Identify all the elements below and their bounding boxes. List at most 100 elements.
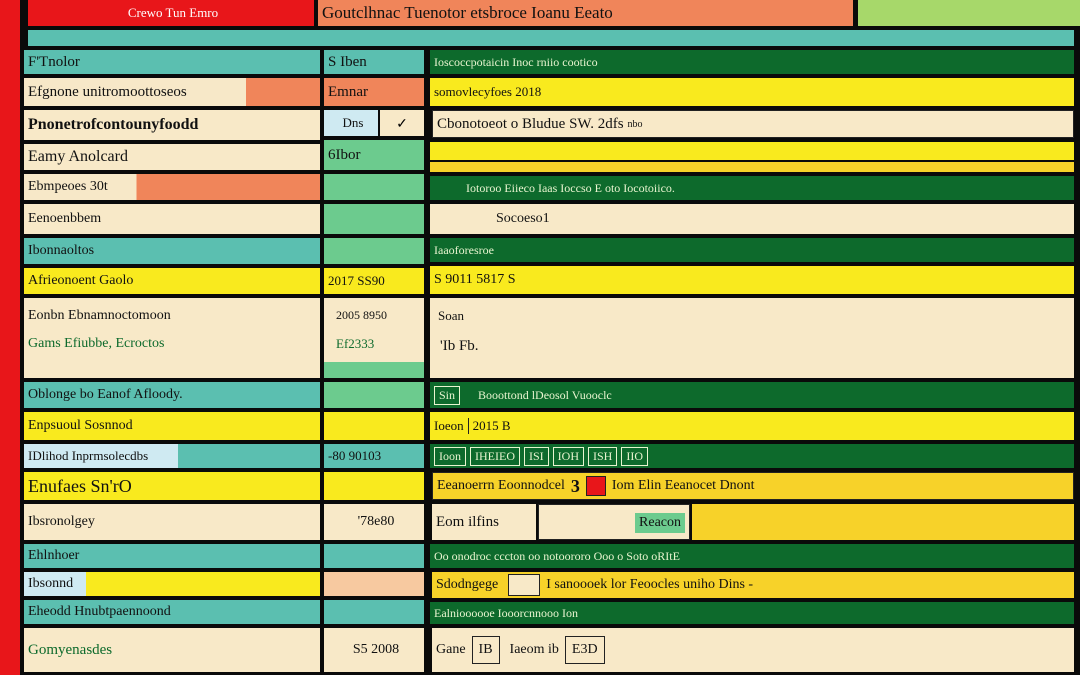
- table-row-value[interactable]: [324, 544, 424, 568]
- right-row-button: Reacon: [635, 513, 685, 533]
- right-row[interactable]: Sdodngege I sanoooek lor Feoocles uniho …: [432, 572, 1074, 598]
- red-square-icon[interactable]: [585, 476, 606, 496]
- check-icon[interactable]: ✓: [380, 110, 424, 136]
- right-row-text: somovlecyfoes 2018: [434, 84, 542, 99]
- right-row-text: Ioscoccpotaicin Inoc rniio cootico: [434, 54, 598, 69]
- table-row-value[interactable]: [324, 238, 424, 264]
- table-row-value-block[interactable]: 2005 8950 Ef2333: [324, 298, 424, 378]
- row-label-text: Gams Efiubbe, Ecroctos: [28, 336, 165, 351]
- table-row-label[interactable]: Ebmpeoes 30t: [24, 174, 320, 200]
- row-label-text: Gomyenasdes: [28, 641, 113, 658]
- row-label-text: Eheodd Hnubtpaennoond: [28, 604, 171, 619]
- right-row-block[interactable]: Soan 'Ib Fb.: [430, 298, 1074, 378]
- right-row[interactable]: S 9011 5817 S: [430, 266, 1074, 294]
- row-label-text: Eonbn Ebnamnoctomoon: [28, 308, 171, 323]
- table-row-value[interactable]: [324, 472, 424, 500]
- row-label-text: IDlihod Inprmsolecdbs: [28, 448, 149, 463]
- row-value-text: Ef2333: [336, 336, 375, 351]
- col1-header: F'Tnolor: [24, 50, 320, 74]
- row-label-text: Pnonetrofcontounyfoodd: [28, 116, 199, 133]
- table-row-value[interactable]: [324, 412, 424, 440]
- right-row-text: Oo onodroc cccton oo notoororo Ooo o Sot…: [434, 548, 680, 563]
- table-row-label[interactable]: Pnonetrofcontounyfoodd: [24, 110, 320, 140]
- table-row-value[interactable]: [324, 204, 424, 234]
- right-row-fill: [692, 504, 1074, 540]
- right-row-text: Cbonotoeot o Bludue SW. 2dfs: [437, 115, 624, 132]
- right-row[interactable]: Cbonotoeot o Bludue SW. 2dfs nbo: [432, 110, 1074, 138]
- table-row-label[interactable]: Afrieonoent Gaolo: [24, 268, 320, 294]
- right-row-text: Sdodngege: [436, 577, 499, 592]
- right-row-cell[interactable]: Reacon: [538, 504, 690, 540]
- checkbox[interactable]: [508, 574, 541, 596]
- table-row-value[interactable]: 6Ibor: [324, 140, 424, 170]
- table-row-value[interactable]: -80 90103: [324, 444, 424, 468]
- right-row-header: Sin Booottond lDeosol Vuooclc: [430, 382, 1074, 408]
- table-row-label[interactable]: Enpsuoul Sosnnod: [24, 412, 320, 440]
- row-label-text: Eamy Anolcard: [28, 148, 128, 165]
- table-row-value[interactable]: 2017 SS90: [324, 268, 424, 294]
- header-title: Goutclhnac Tuenotor etsbroce Ioanu Eeato: [318, 0, 853, 26]
- table-row-value[interactable]: S5 2008: [324, 628, 424, 672]
- header-badge: IHEIEO: [470, 446, 520, 466]
- table-row-value[interactable]: [324, 600, 424, 624]
- table-row-label[interactable]: Eheodd Hnubtpaennoond: [24, 600, 320, 624]
- header-badge: IOH: [552, 446, 584, 466]
- table-row-value[interactable]: Dns: [324, 110, 378, 136]
- table-row-value[interactable]: [324, 174, 424, 200]
- right-row-text: 'Ib Fb.: [440, 338, 479, 354]
- header-left-tab-label: Crewo Tun Emro: [127, 5, 219, 20]
- table-row-value[interactable]: Emnar: [324, 78, 424, 106]
- row-label-text: Efgnone unitromoottoseos: [28, 83, 187, 100]
- col2-header: S Iben: [324, 50, 424, 74]
- table-row-value[interactable]: [324, 382, 424, 408]
- row-label-text: Ibsonnd: [28, 576, 74, 591]
- right-row-header: Iaaoforesroe: [430, 238, 1074, 262]
- right-row-text: Iaeom ib: [509, 642, 559, 657]
- table-row-label[interactable]: Ehlnhoer: [24, 544, 320, 568]
- table-row-value[interactable]: '78e80: [324, 504, 424, 540]
- row-value-text: 6Ibor: [328, 146, 361, 163]
- table-row-label[interactable]: Ibsonnd: [24, 572, 320, 596]
- row-value-text: S5 2008: [352, 642, 400, 657]
- row-value-text: Dns: [342, 115, 364, 130]
- right-row-text: Socoeso1: [496, 211, 550, 226]
- right-row[interactable]: Ioeon 2015 B: [430, 412, 1074, 440]
- right-row[interactable]: Eeanoerrn Eoonnodcel 3 Iom Elin Eeanocet…: [432, 472, 1074, 500]
- row-label-text: Ehlnhoer: [28, 548, 80, 563]
- table-row-label[interactable]: Eamy Anolcard: [24, 144, 320, 170]
- header-left-tab[interactable]: Crewo Tun Emro: [28, 0, 314, 26]
- table-row-label[interactable]: IDlihod Inprmsolecdbs: [24, 444, 320, 468]
- right-row-text: Eom ilfins: [436, 513, 499, 530]
- header-badge: IIO: [621, 446, 648, 466]
- right-row[interactable]: Socoeso1: [430, 204, 1074, 234]
- table-row-label[interactable]: Ibsronolgey: [24, 504, 320, 540]
- table-row-block[interactable]: Eonbn Ebnamnoctomoon Gams Efiubbe, Ecroc…: [24, 298, 320, 378]
- table-row-label[interactable]: Ibonnaoltos: [24, 238, 320, 264]
- right-row-header: Iotoroo Eiieco Iaas Ioccso E oto Iocotoi…: [430, 176, 1074, 200]
- table-row-label[interactable]: Enufaes Sn'rO: [24, 472, 320, 500]
- row-value-text: '78e80: [357, 514, 395, 529]
- right-row-cell[interactable]: Eom ilfins: [432, 504, 536, 540]
- right-row-number: 3: [570, 475, 580, 496]
- row-value-text: 2005 8950: [336, 308, 387, 322]
- right-row-text: Ioeon: [434, 418, 469, 434]
- table-row-label[interactable]: Eenoenbbem: [24, 204, 320, 234]
- right-row[interactable]: somovlecyfoes 2018: [430, 78, 1074, 106]
- col1-header-text: F'Tnolor: [28, 53, 80, 70]
- row-value-text: Emnar: [328, 83, 368, 100]
- row-value-text: -80 90103: [328, 448, 382, 463]
- row-label-text: Oblonge bo Eanof Afloody.: [28, 387, 183, 402]
- table-row-label[interactable]: Gomyenasdes: [24, 628, 320, 672]
- right-row-header: Ioon IHEIEO ISI IOH ISH IIO: [430, 444, 1074, 468]
- right-row-text: Booottond lDeosol Vuooclc: [478, 387, 612, 402]
- left-edge-bar: [0, 0, 20, 675]
- table-row-label[interactable]: Oblonge bo Eanof Afloody.: [24, 382, 320, 408]
- table-row-label[interactable]: Efgnone unitromoottoseos: [24, 78, 320, 106]
- header-badge: Sin: [434, 385, 461, 405]
- value-fill: [324, 362, 424, 378]
- table-row-value[interactable]: [324, 572, 424, 596]
- right-row-empty[interactable]: [430, 162, 1074, 172]
- right-row[interactable]: Gane IB Iaeom ib E3D: [432, 628, 1074, 672]
- col2-header-text: S Iben: [328, 53, 367, 70]
- right-row-empty[interactable]: [430, 142, 1074, 160]
